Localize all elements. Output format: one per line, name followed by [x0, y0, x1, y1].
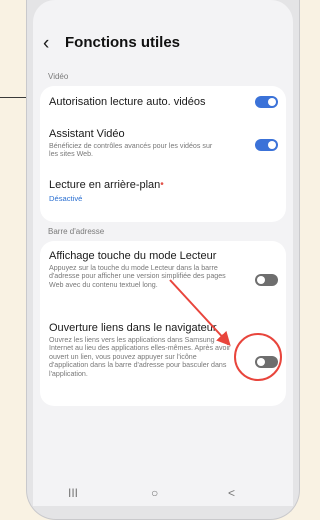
section-label-video: Vidéo [48, 72, 69, 81]
setting-title: Assistant Vidéo [49, 128, 125, 140]
reader-mode-toggle[interactable] [255, 274, 278, 286]
settings-screen: ‹ Fonctions utiles Vidéo Autorisation le… [33, 0, 293, 506]
back-button[interactable]: ‹ [43, 33, 49, 55]
video-card: Autorisation lecture auto. vidéos Assist… [40, 86, 286, 222]
open-links-toggle[interactable] [255, 356, 278, 368]
setting-status: Désactivé [49, 194, 83, 203]
setting-open-links[interactable]: Ouverture liens dans le navigateur Ouvre… [49, 321, 277, 378]
setting-title: Autorisation lecture auto. vidéos [49, 96, 206, 108]
setting-background-playback[interactable]: Lecture en arrière-plan• Désactivé [49, 178, 277, 203]
recents-button[interactable]: III [68, 486, 78, 500]
home-button[interactable]: ○ [151, 486, 158, 500]
nav-back-button[interactable]: < [228, 486, 235, 500]
setting-description: Bénéficiez de contrôles avancés pour les… [49, 142, 213, 159]
setting-video-assistant[interactable]: Assistant Vidéo Bénéficiez de contrôles … [49, 127, 277, 159]
autoplay-toggle[interactable] [255, 96, 278, 108]
address-bar-card: Affichage touche du mode Lecteur Appuyez… [40, 241, 286, 406]
setting-autoplay[interactable]: Autorisation lecture auto. vidéos [49, 95, 277, 109]
system-navbar: III ○ < [33, 480, 293, 506]
setting-description: Appuyez sur la touche du mode Lecteur da… [49, 264, 226, 289]
setting-title: Ouverture liens dans le navigateur [49, 322, 217, 334]
section-label-address-bar: Barre d'adresse [48, 227, 105, 236]
setting-title: Lecture en arrière-plan• [49, 179, 164, 191]
setting-title: Affichage touche du mode Lecteur [49, 250, 217, 262]
header: ‹ Fonctions utiles [33, 31, 293, 57]
setting-reader-mode[interactable]: Affichage touche du mode Lecteur Appuyez… [49, 249, 277, 289]
video-assistant-toggle[interactable] [255, 139, 278, 151]
setting-description: Ouvrez les liens vers les applications d… [49, 336, 231, 378]
page-title: Fonctions utiles [65, 34, 181, 51]
